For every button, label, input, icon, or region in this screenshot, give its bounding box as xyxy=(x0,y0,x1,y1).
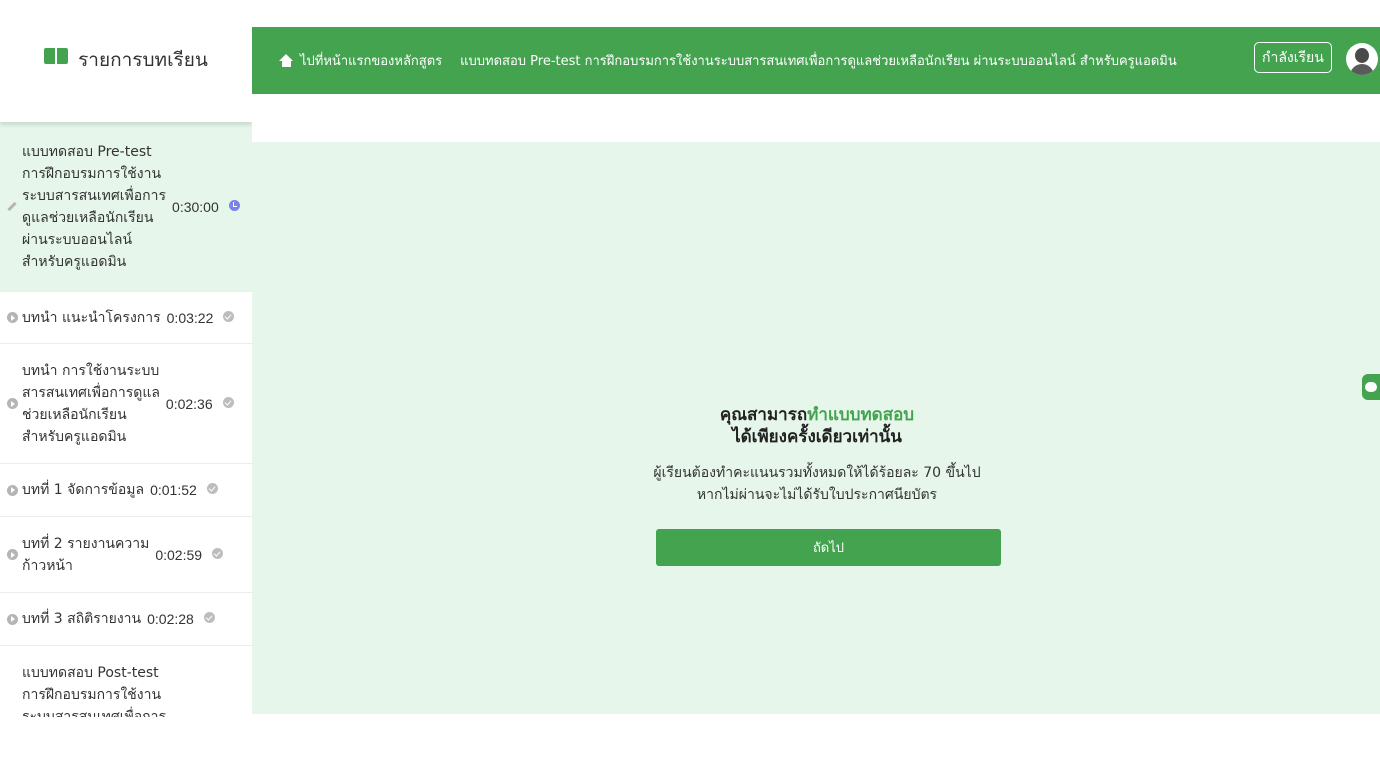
lesson-duration: 0:02:59 xyxy=(155,546,203,563)
lesson-duration: 0:02:28 xyxy=(147,611,194,627)
play-icon xyxy=(6,312,18,323)
lesson-list: แบบทดสอบ Pre-test การฝึกอบรมการใช้งาน ระบบ… xyxy=(0,122,252,717)
play-icon-wrapper xyxy=(6,484,18,496)
course-title: แบบทดสอบ Pre-test การฝึกอบรมการใช้งานระบ… xyxy=(460,54,1177,69)
clock-icon xyxy=(228,199,240,211)
lesson-title-line: ดูแลช่วยเหลือนักเรียน xyxy=(22,209,154,226)
quiz-content: คุณสามารถทำแบบทดสอบ ได้เพียงครั้งเดียวเท… xyxy=(252,142,1380,714)
lesson-title-line: สำหรับครูแอดมิน xyxy=(22,253,127,270)
notice-heading: คุณสามารถทำแบบทดสอบ ได้เพียงครั้งเดียวเท… xyxy=(617,404,1017,448)
lesson-title-line: บทนำ แนะนำโครงการ xyxy=(22,309,161,326)
lesson-duration: 0:30:00 xyxy=(172,198,219,215)
play-icon xyxy=(6,549,18,560)
requirement-line1: ผู้เรียนต้องทำคะแนนรวมทั้งหมดให้ได้ร้อยล… xyxy=(653,465,981,481)
quiz-notice-box: คุณสามารถทำแบบทดสอบ ได้เพียงครั้งเดียวเท… xyxy=(617,404,1017,506)
play-icon-wrapper xyxy=(6,312,18,323)
lesson-status xyxy=(206,479,219,501)
requirement-line2: หากไม่ผ่านจะไม่ได้รับใบประกาศนียบัตร xyxy=(696,487,938,503)
lesson-item[interactable]: บทนำ แนะนำโครงการ 0:03:22 xyxy=(0,292,252,344)
check-icon xyxy=(206,483,218,494)
user-avatar[interactable] xyxy=(1346,43,1378,75)
learning-status-button[interactable]: กำลังเรียน xyxy=(1254,42,1332,73)
next-button[interactable]: ถัดไป xyxy=(656,529,1001,566)
lesson-title-line: แบบทดสอบ Pre-test xyxy=(22,143,152,160)
lesson-item[interactable]: แบบทดสอบ Post-test การฝึกอบรมการใช้งานระบ… xyxy=(0,646,252,717)
home-link-label: ไปที่หน้าแรกของหลักสูตร xyxy=(300,54,443,69)
play-icon xyxy=(6,613,18,625)
check-icon xyxy=(223,310,235,322)
notice-prefix: คุณสามารถ xyxy=(719,405,808,425)
lesson-item[interactable]: บทที่ 3 สถิติรายงาน 0:02:28 xyxy=(0,593,252,646)
lesson-status xyxy=(212,544,224,566)
lesson-item[interactable]: บทนำ การใช้งานระบบสารสนเทศเพื่อการดูแลช่… xyxy=(0,344,252,464)
lesson-item[interactable]: บทที่ 1 จัดการข้อมูล 0:01:52 xyxy=(0,464,252,517)
lesson-title-line: บทที่ 2 รายงานความ xyxy=(22,535,150,552)
play-icon-wrapper xyxy=(6,549,18,560)
check-icon xyxy=(203,612,215,623)
lesson-item[interactable]: บทที่ 2 รายงานความก้าวหน้า 0:02:59 xyxy=(0,517,252,593)
lesson-title-line: ผ่านระบบออนไลน์ xyxy=(22,231,133,248)
lesson-title: บทนำ การใช้งานระบบสารสนเทศเพื่อการดูแลช่… xyxy=(22,360,160,448)
lesson-item[interactable]: แบบทดสอบ Pre-test การฝึกอบรมการใช้งานระบบ… xyxy=(0,122,252,292)
lesson-title-line: แบบทดสอบ Post-test xyxy=(22,665,159,681)
check-icon xyxy=(222,396,234,408)
lesson-status xyxy=(203,608,216,630)
lesson-status xyxy=(223,307,235,329)
play-icon-wrapper xyxy=(6,613,18,625)
lesson-duration: 0:03:22 xyxy=(166,309,214,326)
top-navbar: ไปที่หน้าแรกของหลักสูตร แบบทดสอบ Pre-tes… xyxy=(252,27,1380,94)
line-chat-icon[interactable] xyxy=(1362,374,1380,400)
lesson-title: บทนำ แนะนำโครงการ xyxy=(22,307,161,329)
lesson-title-line: สารสนเทศเพื่อการดูแล xyxy=(22,384,160,401)
lesson-title: แบบทดสอบ Pre-test การฝึกอบรมการใช้งานระบบ… xyxy=(22,141,166,273)
lesson-title-line: ระบบสารสนเทศเพื่อการ xyxy=(22,187,167,204)
lesson-title-line: การฝึกอบรมการใช้งาน xyxy=(22,687,162,703)
lesson-title-line: ช่วยเหลือนักเรียน xyxy=(22,406,127,423)
check-icon xyxy=(212,547,224,559)
notice-line2: ได้เพียงครั้งเดียวเท่านั้น xyxy=(732,427,902,447)
home-link[interactable]: ไปที่หน้าแรกของหลักสูตร xyxy=(279,50,442,71)
lesson-title-line: สำหรับครูแอดมิน xyxy=(22,428,127,445)
lesson-sidebar: รายการบทเรียน แบบทดสอบ Pre-test การฝึกอบร… xyxy=(0,27,252,717)
lesson-title-line: บทที่ 3 สถิติรายงาน xyxy=(22,611,142,627)
lesson-title-line: ก้าวหน้า xyxy=(22,557,73,574)
lesson-title: บทที่ 2 รายงานความก้าวหน้า xyxy=(22,533,149,577)
requirement-text: ผู้เรียนต้องทำคะแนนรวมทั้งหมดให้ได้ร้อยล… xyxy=(617,462,1017,506)
play-icon xyxy=(6,484,18,496)
lesson-status xyxy=(222,393,235,415)
play-icon xyxy=(6,398,18,409)
sidebar-header: รายการบทเรียน xyxy=(0,27,252,122)
notice-highlight: ทำแบบทดสอบ xyxy=(807,405,915,425)
play-icon-wrapper xyxy=(6,398,18,409)
home-icon xyxy=(279,54,294,67)
lesson-title-line: ระบบสารสนเทศเพื่อการ xyxy=(22,709,167,717)
lesson-status xyxy=(228,196,241,218)
lesson-title: บทที่ 1 จัดการข้อมูล xyxy=(22,479,144,501)
pencil-icon xyxy=(7,201,17,212)
lesson-title: แบบทดสอบ Post-test การฝึกอบรมการใช้งานระบ… xyxy=(22,662,166,717)
lesson-title-line: บทนำ การใช้งานระบบ xyxy=(22,362,160,379)
lesson-title: บทที่ 3 สถิติรายงาน xyxy=(22,608,141,630)
pencil-icon-wrapper xyxy=(6,201,18,212)
lesson-title-line: บทที่ 1 จัดการข้อมูล xyxy=(22,482,145,498)
lesson-duration: 0:01:52 xyxy=(150,482,197,498)
sidebar-title: รายการบทเรียน xyxy=(78,49,208,71)
lesson-duration: 0:02:36 xyxy=(165,395,213,412)
lesson-title-line: การฝึกอบรมการใช้งาน xyxy=(22,165,162,182)
book-icon xyxy=(44,48,69,66)
